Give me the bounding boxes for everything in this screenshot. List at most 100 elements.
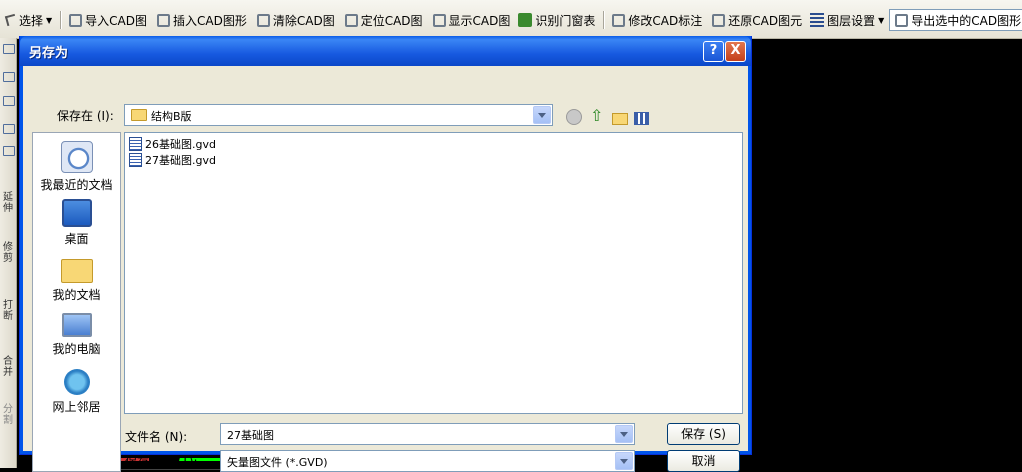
place-label: 桌面: [64, 232, 89, 246]
export-selected-button[interactable]: 导出选中的CAD图形: [889, 9, 1022, 31]
restore-cad-button[interactable]: 还原CAD图元: [707, 9, 807, 31]
split-label: 分割: [3, 404, 13, 426]
save-in-select[interactable]: 结构B版: [124, 104, 553, 126]
save-in-value-wrap: 结构B版: [131, 108, 192, 124]
dialog-title: 另存为: [29, 46, 69, 61]
mirror-icon[interactable]: [3, 96, 15, 106]
locate-cad-button[interactable]: 定位CAD图: [340, 9, 428, 31]
cad-restore-icon: [712, 13, 726, 27]
cad-modify-icon: [612, 13, 626, 27]
place-label: 我的电脑: [52, 342, 101, 356]
new-folder-icon[interactable]: [612, 113, 628, 125]
clear-cad-label: 清除CAD图: [272, 13, 335, 28]
save-in-value: 结构B版: [151, 110, 192, 123]
cad-export-icon: [895, 13, 909, 27]
filetype-label: 保存类型 (T):: [125, 455, 198, 469]
show-cad-button[interactable]: 显示CAD图: [428, 9, 516, 31]
folder-icon: [131, 109, 147, 121]
my-computer-icon: [61, 313, 92, 337]
place-recent-documents[interactable]: 我最近的文档: [33, 141, 120, 193]
dialog-body: 保存在 (I): 结构B版 我最近的文档 桌面 我的文档: [24, 66, 747, 472]
dialog-titlebar[interactable]: 另存为 ? X: [20, 36, 751, 66]
left-tool-strip: 延伸 修剪 打断 合并 分割: [0, 38, 17, 468]
place-network[interactable]: 网上邻居: [33, 369, 120, 415]
layers-icon: [810, 13, 825, 27]
file-name: 26基础图.gvd: [145, 138, 216, 151]
filetype-select[interactable]: 矢量图文件 (*.GVD): [220, 450, 635, 472]
offset-icon[interactable]: [3, 72, 15, 82]
my-documents-icon: [60, 259, 93, 283]
place-label: 我最近的文档: [40, 178, 113, 192]
main-toolbar: 选择 ▼ 导入CAD图 插入CAD图形 清除CAD图 定位CAD图 显示CAD图 …: [0, 0, 1022, 39]
place-my-documents[interactable]: 我的文档: [33, 253, 120, 303]
split-tool[interactable]: 分割: [1, 404, 15, 426]
identify-doors-button[interactable]: 识别门窗表: [515, 9, 600, 31]
toolbar-separator: [603, 11, 605, 29]
filename-value: 27基础图: [227, 429, 274, 442]
filename-input[interactable]: 27基础图: [220, 423, 635, 445]
merge-label: 合并: [3, 356, 13, 378]
merge-tool[interactable]: 合并: [1, 356, 15, 378]
place-desktop[interactable]: 桌面: [33, 199, 120, 247]
show-cad-label: 显示CAD图: [448, 13, 511, 28]
clear-cad-button[interactable]: 清除CAD图: [252, 9, 340, 31]
gvd-file-icon: [129, 137, 142, 151]
pointer-icon: [4, 13, 18, 27]
pen-icon[interactable]: [3, 44, 15, 54]
desktop-icon: [61, 199, 92, 227]
help-button[interactable]: ?: [703, 41, 724, 62]
break-tool[interactable]: 打断: [1, 300, 15, 322]
place-my-computer[interactable]: 我的电脑: [33, 313, 120, 357]
export-selected-label: 导出选中的CAD图形: [911, 13, 1022, 28]
place-label: 网上邻居: [52, 400, 101, 414]
chevron-down-icon: ▼: [46, 15, 53, 25]
list-item[interactable]: 27基础图.gvd: [129, 152, 216, 168]
up-folder-icon[interactable]: [588, 106, 606, 126]
restore-cad-label: 还原CAD图元: [728, 13, 803, 28]
select-label: 选择: [19, 13, 44, 28]
modify-cad-button[interactable]: 修改CAD标注: [607, 9, 707, 31]
file-name: 27基础图.gvd: [145, 154, 216, 167]
save-as-dialog: 另存为 ? X 保存在 (I): 结构B版 我最近的文档 桌面: [19, 36, 752, 472]
toolbar-row: 选择 ▼ 导入CAD图 插入CAD图形 清除CAD图 定位CAD图 显示CAD图 …: [0, 9, 1022, 31]
select-button[interactable]: 选择 ▼: [0, 9, 57, 31]
import-cad-button[interactable]: 导入CAD图: [64, 9, 152, 31]
chevron-down-icon: ▼: [878, 15, 885, 25]
save-in-label: 保存在 (I):: [57, 109, 114, 123]
filetype-dropdown-button[interactable]: [615, 452, 633, 470]
view-menu-icon[interactable]: [634, 112, 649, 125]
extend-tool[interactable]: 延伸: [1, 192, 15, 214]
close-button[interactable]: X: [725, 41, 746, 62]
extend-label: 延伸: [3, 192, 13, 214]
recent-documents-icon: [60, 141, 93, 173]
toolbar-separator: [60, 11, 62, 29]
filename-dropdown-button[interactable]: [615, 425, 633, 443]
filename-label: 文件名 (N):: [125, 430, 188, 444]
trim-label: 修剪: [3, 242, 13, 264]
save-button[interactable]: 保存 (S): [667, 423, 740, 445]
cancel-button[interactable]: 取消: [667, 450, 740, 472]
file-list: 26基础图.gvd 27基础图.gvd: [124, 132, 743, 414]
identify-table-icon: [518, 13, 533, 27]
cad-show-icon: [432, 13, 446, 27]
gvd-file-icon: [129, 153, 142, 167]
insert-cad-label: 插入CAD图形: [173, 13, 247, 28]
insert-cad-button[interactable]: 插入CAD图形: [152, 9, 252, 31]
layer-settings-label: 图层设置: [827, 13, 876, 28]
move-icon[interactable]: [3, 124, 15, 134]
back-icon[interactable]: [566, 109, 582, 125]
import-cad-label: 导入CAD图: [85, 13, 148, 28]
layer-settings-button[interactable]: 图层设置 ▼: [807, 9, 889, 31]
cad-clear-icon: [256, 13, 270, 27]
rotate-icon[interactable]: [3, 146, 15, 156]
nav-toolbar: [566, 106, 649, 126]
break-label: 打断: [3, 300, 13, 322]
list-item[interactable]: 26基础图.gvd: [129, 136, 216, 152]
trim-tool[interactable]: 修剪: [1, 242, 15, 264]
cad-locate-icon: [344, 13, 358, 27]
modify-cad-label: 修改CAD标注: [628, 13, 703, 28]
save-in-dropdown-button[interactable]: [533, 106, 551, 124]
place-label: 我的文档: [52, 288, 101, 302]
cad-insert-icon: [157, 13, 171, 27]
identify-doors-label: 识别门窗表: [535, 13, 596, 28]
